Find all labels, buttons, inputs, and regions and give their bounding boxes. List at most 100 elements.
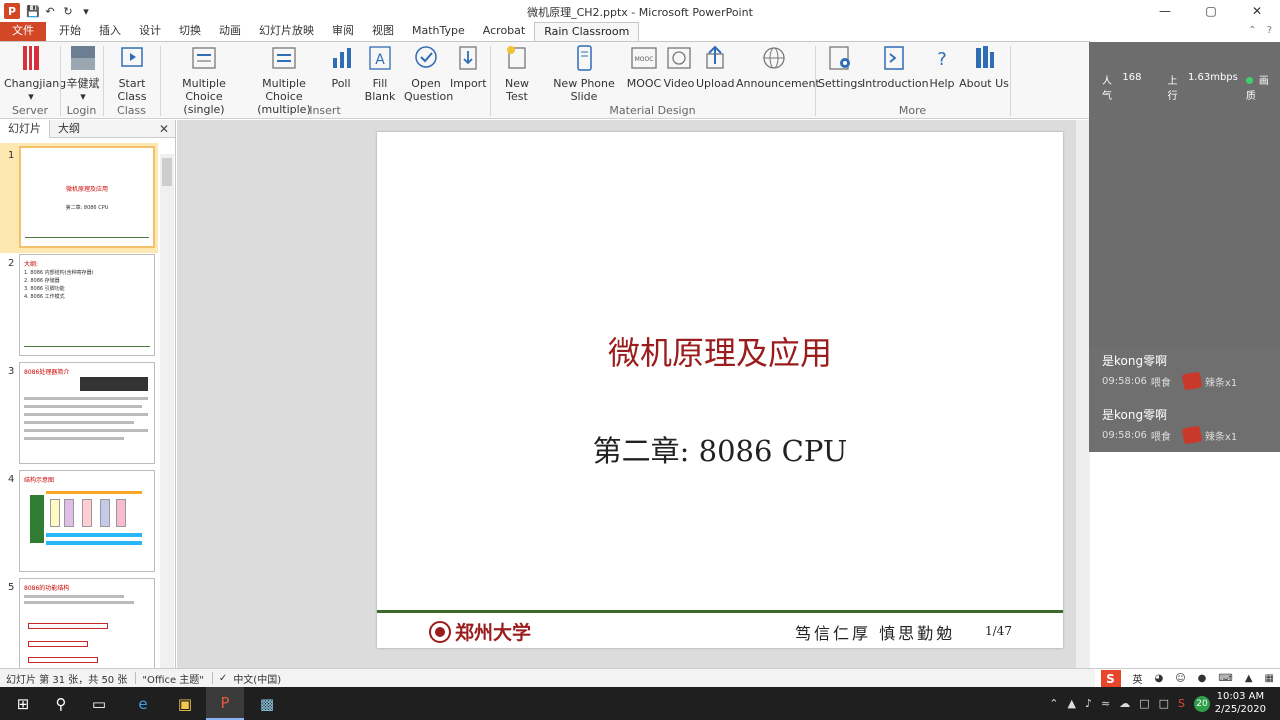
tab-acrobat[interactable]: Acrobat <box>474 22 534 41</box>
system-tray: ⌃ ▲ ♪ ≈ ☁ □ □ S 20 <box>1049 687 1210 720</box>
gift-icon <box>1181 425 1203 445</box>
redo-icon[interactable]: ↻ <box>62 5 74 18</box>
customize-qat-icon[interactable]: ▾ <box>80 5 92 18</box>
new-phone-slide-button[interactable]: New Phone Slide <box>542 44 626 103</box>
start-class-button[interactable]: Start Class <box>106 44 158 103</box>
group-label-server: Server <box>11 104 49 117</box>
punctuation-icon[interactable]: ◕ <box>1155 673 1164 684</box>
undo-icon[interactable]: ↶ <box>44 5 56 18</box>
slide-thumbnail-2[interactable]: 2 大纲: 1. 8086 内部结构(含种寄存器) 2. 8086 存储器 3.… <box>0 254 162 358</box>
close-button[interactable]: ✕ <box>1234 0 1280 22</box>
slide-title[interactable]: 微机原理及应用 <box>377 328 1063 374</box>
introduction-button[interactable]: Introduction <box>862 44 929 90</box>
tab-home[interactable]: 开始 <box>50 22 90 41</box>
tab-review[interactable]: 审阅 <box>323 22 363 41</box>
ime-toolbar: S 英 ◕ ☺ ● ⌨ ▲ ▦ <box>1094 669 1280 688</box>
tab-mathtype[interactable]: MathType <box>403 22 474 41</box>
ime-mode-icon[interactable]: □ <box>1159 697 1169 710</box>
video-icon <box>667 47 691 69</box>
phone-slide-icon <box>577 45 592 71</box>
theme-name: "Office 主题" <box>142 674 204 686</box>
help-button[interactable]: ? Help <box>928 44 956 90</box>
sogou-ime-icon[interactable]: S <box>1100 669 1121 688</box>
slide-thumbnail-5[interactable]: 5 8086的功能结构 <box>0 578 162 682</box>
quick-access-toolbar: P 💾 ↶ ↻ ▾ <box>0 0 92 22</box>
tab-rain-classroom[interactable]: Rain Classroom <box>534 22 640 41</box>
save-icon[interactable]: 💾 <box>26 5 40 18</box>
windows-start-icon[interactable]: ⊞ <box>4 687 42 720</box>
volume-icon[interactable]: ♪ <box>1085 697 1092 710</box>
minimize-button[interactable]: — <box>1142 0 1188 22</box>
live-stream-overlay: 人气 168 上行 1.63mbps 画质 是kong零啊 09:58:06 喂食… <box>1089 42 1280 452</box>
open-question-button[interactable]: Open Question <box>404 44 453 103</box>
search-icon[interactable]: ⚲ <box>42 687 80 720</box>
slide-page-number: 1/47 <box>985 624 1012 638</box>
current-slide[interactable]: 微机原理及应用 第二章: 8086 CPU 郑州大学 笃信仁厚 慎思勤勉 1/4… <box>377 132 1063 648</box>
powerpoint-taskbar-icon[interactable]: P <box>206 687 244 720</box>
tab-outline[interactable]: 大纲 <box>50 120 88 138</box>
spellcheck-icon[interactable]: ✓ <box>219 673 227 684</box>
import-button[interactable]: Import <box>450 44 487 90</box>
app-taskbar-icon[interactable]: ▩ <box>248 687 286 720</box>
tab-design[interactable]: 设计 <box>130 22 170 41</box>
video-button[interactable]: Video <box>662 44 696 90</box>
group-label-material: Material Design <box>609 104 696 117</box>
clock[interactable]: 10:03 AM 2/25/2020 <box>1215 690 1266 716</box>
changjiang-button[interactable]: Changjiang ▾ <box>4 44 66 103</box>
close-pane-icon[interactable]: ✕ <box>159 122 169 136</box>
about-us-button[interactable]: About Us <box>958 44 1010 90</box>
help-icon[interactable]: ? <box>1267 25 1272 36</box>
university-name: 郑州大学 <box>455 622 532 644</box>
toolbox-icon[interactable]: ▦ <box>1265 673 1274 684</box>
slide-thumbnail-1[interactable]: 1 微机原理及应用 第二章: 8086 CPU <box>0 143 162 253</box>
wifi-icon[interactable]: ≈ <box>1101 697 1110 710</box>
maximize-button[interactable]: ▢ <box>1188 0 1234 22</box>
skin-icon[interactable]: ▲ <box>1245 673 1253 684</box>
poll-button[interactable]: Poll <box>328 44 354 90</box>
slide-thumbnail-4[interactable]: 4 结构示意图 <box>0 470 162 574</box>
mooc-icon: MOOC <box>631 47 657 69</box>
emoji-icon[interactable]: ☺ <box>1175 673 1185 684</box>
tab-file[interactable]: 文件 <box>0 22 46 41</box>
ribbon-collapse-icon[interactable]: ⌃ <box>1248 25 1256 36</box>
onedrive-icon[interactable]: ☁ <box>1119 697 1130 710</box>
title-bar: P 💾 ↶ ↻ ▾ 微机原理_CH2.pptx - Microsoft Powe… <box>0 0 1280 22</box>
popularity-label: 人气 <box>1102 76 1112 102</box>
keyboard-icon[interactable]: ⌨ <box>1218 673 1232 684</box>
microphone-icon[interactable]: ● <box>1198 673 1207 684</box>
task-view-icon[interactable]: ▭ <box>80 687 118 720</box>
ime-language[interactable]: 英 <box>1133 671 1143 686</box>
tab-insert[interactable]: 插入 <box>90 22 130 41</box>
new-test-button[interactable]: New Test <box>494 44 540 103</box>
slide-subtitle[interactable]: 第二章: 8086 CPU <box>377 428 1063 470</box>
group-label-class: Class <box>117 104 146 117</box>
file-explorer-icon[interactable]: ▣ <box>166 687 204 720</box>
tab-animations[interactable]: 动画 <box>210 22 250 41</box>
tab-transitions[interactable]: 切换 <box>170 22 210 41</box>
upload-icon <box>706 45 724 69</box>
edge-browser-icon[interactable]: e <box>124 687 162 720</box>
tab-view[interactable]: 视图 <box>363 22 403 41</box>
settings-button[interactable]: Settings <box>818 44 863 90</box>
mooc-button[interactable]: MOOC MOOC <box>626 44 662 90</box>
university-motto: 笃信仁厚 慎思勤勉 <box>795 624 956 643</box>
sogou-tray-icon[interactable]: S <box>1178 697 1185 710</box>
window-title: 微机原理_CH2.pptx - Microsoft PowerPoint <box>527 6 753 19</box>
slide-thumbnail-3[interactable]: 3 8086处理器简介 <box>0 362 162 466</box>
editor-scrollbar[interactable] <box>1076 120 1090 668</box>
language[interactable]: 中文(中国) <box>233 671 281 686</box>
gift-icon <box>1181 371 1203 391</box>
notification-icon[interactable]: □ <box>1139 697 1149 710</box>
login-user-button[interactable]: 辛健斌 ▾ <box>64 44 102 103</box>
tab-slides[interactable]: 幻灯片 <box>0 119 50 138</box>
tab-slideshow[interactable]: 幻灯片放映 <box>250 22 323 41</box>
powerpoint-logo-icon[interactable]: P <box>4 3 20 19</box>
badge-count[interactable]: 20 <box>1194 695 1210 712</box>
announcement-button[interactable]: Announcement <box>736 44 820 90</box>
slides-pane-scrollbar[interactable] <box>160 154 174 668</box>
fill-blank-button[interactable]: A Fill Blank <box>358 44 402 103</box>
show-hidden-icons-icon[interactable]: ⌃ <box>1049 697 1058 710</box>
upload-button[interactable]: Upload <box>696 44 735 90</box>
slide-editor: 微机原理及应用 第二章: 8086 CPU 郑州大学 笃信仁厚 慎思勤勉 1/4… <box>177 120 1090 668</box>
network-icon[interactable]: ▲ <box>1067 697 1075 710</box>
